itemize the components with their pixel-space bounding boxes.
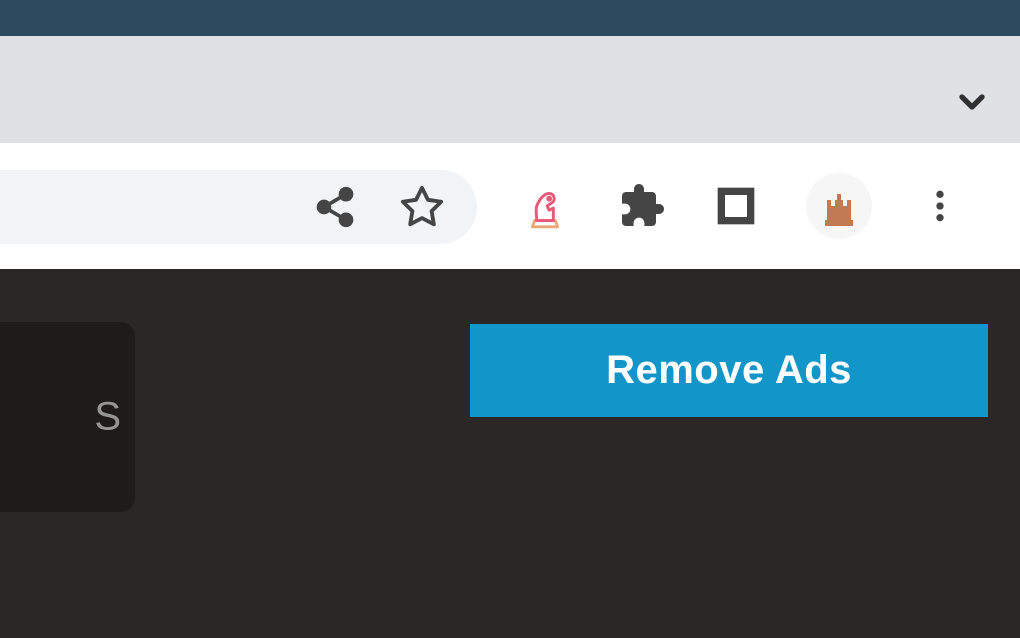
reader-mode-icon[interactable]	[714, 184, 758, 228]
chess-knight-icon[interactable]	[520, 181, 570, 231]
side-panel-text: S	[94, 395, 121, 440]
toolbar-actions	[520, 143, 960, 269]
chevron-down-icon[interactable]	[952, 82, 992, 122]
remove-ads-button[interactable]: Remove Ads	[470, 324, 988, 417]
profile-icon[interactable]	[806, 173, 872, 239]
omnibox[interactable]	[0, 170, 477, 244]
page-content: S Remove Ads	[0, 269, 1020, 638]
kebab-menu-icon[interactable]	[920, 186, 960, 226]
extensions-puzzle-icon[interactable]	[618, 182, 666, 230]
remove-ads-label: Remove Ads	[606, 348, 852, 393]
browser-toolbar	[0, 143, 1020, 269]
side-panel: S	[0, 322, 135, 512]
tab-strip	[0, 36, 1020, 143]
star-icon[interactable]	[399, 184, 445, 230]
share-icon[interactable]	[313, 185, 357, 229]
window-titlebar	[0, 0, 1020, 36]
